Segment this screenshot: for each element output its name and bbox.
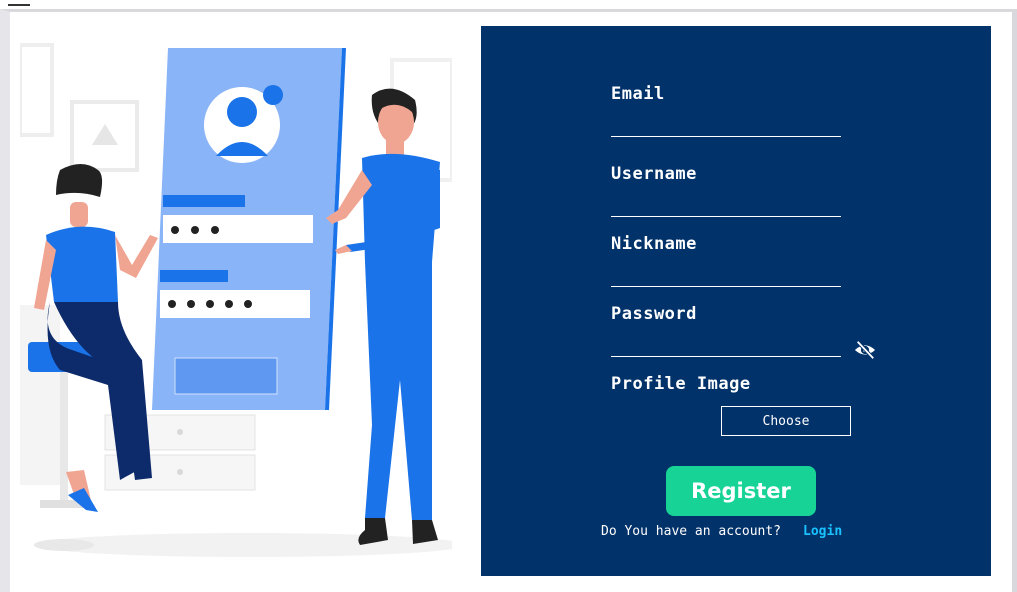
account-prompt-row: Do You have an account? Login (601, 524, 842, 539)
eye-slash-icon[interactable] (854, 339, 876, 361)
nickname-input[interactable] (611, 262, 841, 287)
register-panel: Email Username Nickname Password Profile… (481, 26, 991, 576)
login-link[interactable]: Login (803, 524, 842, 539)
password-input[interactable] (611, 332, 841, 357)
account-prompt-text: Do You have an account? (601, 524, 782, 539)
username-input[interactable] (611, 192, 841, 217)
menu-icon (8, 0, 30, 6)
username-label: Username (611, 164, 697, 184)
email-input[interactable] (611, 112, 841, 137)
email-label: Email (611, 84, 665, 104)
register-button[interactable]: Register (666, 466, 816, 516)
nickname-label: Nickname (611, 234, 697, 254)
signup-illustration (20, 43, 452, 557)
choose-file-button[interactable]: Choose (721, 406, 851, 436)
profile-image-label: Profile Image (611, 374, 751, 394)
password-label: Password (611, 304, 697, 324)
